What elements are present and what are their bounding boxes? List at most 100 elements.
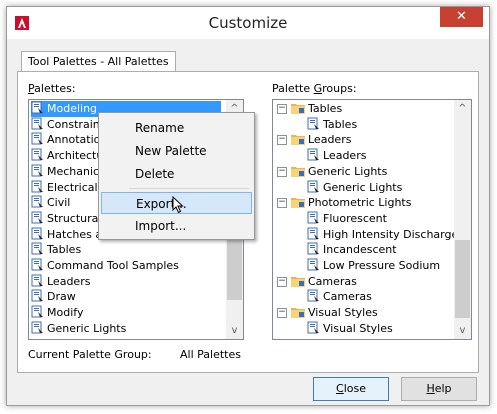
tool-palette-icon — [307, 211, 319, 224]
palette-name: Structural — [47, 211, 102, 225]
palette-name: Modeling — [47, 102, 98, 115]
title-bar: Customize ✕ — [7, 7, 489, 39]
tool-palette-icon — [31, 117, 43, 130]
tab-tool-palettes[interactable]: Tool Palettes - All Palettes — [21, 51, 176, 72]
palette-name: Generic Lights — [47, 321, 127, 335]
current-palette-group-label: Current Palette Group: — [28, 348, 152, 361]
palette-name: Leaders — [47, 274, 91, 288]
menu-item-new-palette[interactable]: New Palette — [101, 140, 252, 162]
scroll-down-arrow[interactable]: v — [226, 322, 243, 339]
palette-list-item[interactable]: Generic Lights — [31, 321, 221, 337]
palette-name: Tables — [323, 117, 358, 131]
collapse-icon[interactable]: − — [277, 276, 287, 287]
tool-palette-icon — [31, 101, 43, 114]
tool-palette-icon — [31, 289, 43, 302]
palette-group-folder-icon — [291, 276, 305, 287]
palettes-label: Palettes: — [28, 82, 76, 95]
palette-list-item[interactable]: Tables — [31, 242, 221, 258]
window-title: Customize — [208, 14, 288, 32]
collapse-icon[interactable]: − — [277, 135, 287, 146]
tool-palette-icon — [31, 195, 43, 208]
tool-palette-icon — [31, 227, 43, 240]
menu-item-delete[interactable]: Delete — [101, 163, 252, 185]
palette-name: Tables — [47, 243, 82, 257]
tree-palette-item[interactable]: Cameras — [307, 289, 372, 305]
tool-palette-icon — [31, 321, 43, 334]
collapse-icon[interactable]: − — [277, 104, 287, 114]
group-name: Photometric Lights — [308, 196, 412, 210]
palette-name: Leaders — [323, 149, 367, 163]
palette-name: Cameras — [323, 290, 372, 304]
palette-group-folder-icon — [291, 135, 305, 146]
tree-palette-item[interactable]: High Intensity Discharge — [307, 227, 458, 243]
tree-palette-item[interactable]: Leaders — [307, 148, 366, 164]
collapse-icon[interactable]: − — [277, 308, 287, 319]
current-palette-group-value: All Palettes — [180, 348, 241, 361]
help-button[interactable]: Help — [401, 377, 477, 401]
tree-group-item[interactable]: Leaders — [291, 132, 351, 148]
palette-name: Command Tool Samples — [47, 259, 179, 272]
group-name: Tables — [308, 102, 343, 115]
palette-name: Generic Lights — [323, 180, 403, 194]
palette-groups-tree[interactable]: Tables − Tables Leaders − Leaders Generic Ligh… — [272, 99, 472, 340]
tree-palette-item[interactable]: Tables — [307, 117, 357, 133]
tool-palette-icon — [31, 180, 43, 192]
tool-palette-icon — [31, 211, 43, 224]
scroll-thumb[interactable] — [455, 240, 470, 318]
tool-palette-icon — [31, 148, 43, 161]
close-window-button[interactable]: ✕ — [440, 7, 483, 27]
tree-group-item[interactable]: Tables — [291, 101, 342, 117]
tool-palette-icon — [307, 180, 319, 192]
palette-name: Modify — [47, 306, 84, 320]
palette-name: Visual Styles — [323, 321, 393, 335]
palette-name: Fluorescent — [323, 211, 387, 225]
context-menu: Rename New Palette Delete Export... Impo… — [98, 112, 255, 240]
tool-palette-icon — [31, 305, 43, 318]
group-name: Generic Lights — [308, 164, 388, 178]
palette-group-folder-icon — [291, 104, 305, 114]
tool-palette-icon — [307, 227, 319, 240]
palette-list-item[interactable]: Modify — [31, 305, 221, 321]
menu-item-import[interactable]: Import... — [101, 215, 252, 237]
palette-group-folder-icon — [291, 308, 305, 319]
tree-palette-item[interactable]: Low Pressure Sodium — [307, 258, 440, 274]
tool-palette-icon — [307, 321, 319, 334]
tree-palette-item[interactable]: Visual Styles — [307, 321, 393, 337]
collapse-icon[interactable]: − — [277, 166, 287, 177]
palette-name: High Intensity Discharge — [323, 227, 459, 241]
close-button[interactable]: Close — [313, 377, 389, 401]
palette-list-item[interactable]: Leaders — [31, 274, 221, 290]
tool-palette-icon — [307, 289, 319, 302]
menu-item-rename[interactable]: Rename — [101, 117, 252, 139]
tree-group-item[interactable]: Cameras — [291, 274, 357, 290]
tree-group-item[interactable]: Generic Lights — [291, 164, 387, 180]
tool-palette-icon — [31, 274, 43, 287]
palette-list-item[interactable]: Command Tool Samples — [31, 258, 221, 274]
scroll-down-arrow[interactable]: v — [454, 322, 471, 339]
palette-name: Low Pressure Sodium — [323, 259, 441, 272]
tree-group-item[interactable]: Photometric Lights — [291, 195, 411, 211]
palette-group-folder-icon — [291, 198, 305, 209]
tool-palette-icon — [31, 258, 43, 271]
scroll-up-arrow[interactable]: ^ — [454, 100, 471, 117]
customize-dialog: Customize ✕ Tool Palettes - All Palettes… — [6, 6, 490, 406]
groups-scrollbar[interactable]: ^ v — [454, 100, 471, 339]
tree-palette-item[interactable]: Generic Lights — [307, 180, 402, 196]
palette-groups-label: Palette Groups: — [272, 82, 357, 95]
tree-group-item[interactable]: Visual Styles — [291, 305, 378, 321]
palette-name: Electrical — [47, 180, 98, 194]
group-name: Leaders — [308, 133, 352, 147]
group-name: Visual Styles — [308, 306, 378, 320]
menu-item-export[interactable]: Export... — [101, 192, 252, 214]
collapse-icon[interactable]: − — [277, 198, 287, 209]
palette-list-item[interactable]: Draw — [31, 289, 221, 305]
palette-name: Draw — [47, 290, 76, 304]
palette-group-folder-icon — [291, 166, 305, 177]
tree-palette-item[interactable]: Incandescent — [307, 242, 397, 258]
mouse-cursor-icon — [172, 196, 184, 214]
tool-palette-icon — [307, 148, 319, 161]
tree-palette-item[interactable]: Fluorescent — [307, 211, 387, 227]
tool-palette-icon — [31, 132, 43, 145]
tool-palette-icon — [307, 117, 319, 130]
tool-palette-icon — [31, 164, 43, 177]
